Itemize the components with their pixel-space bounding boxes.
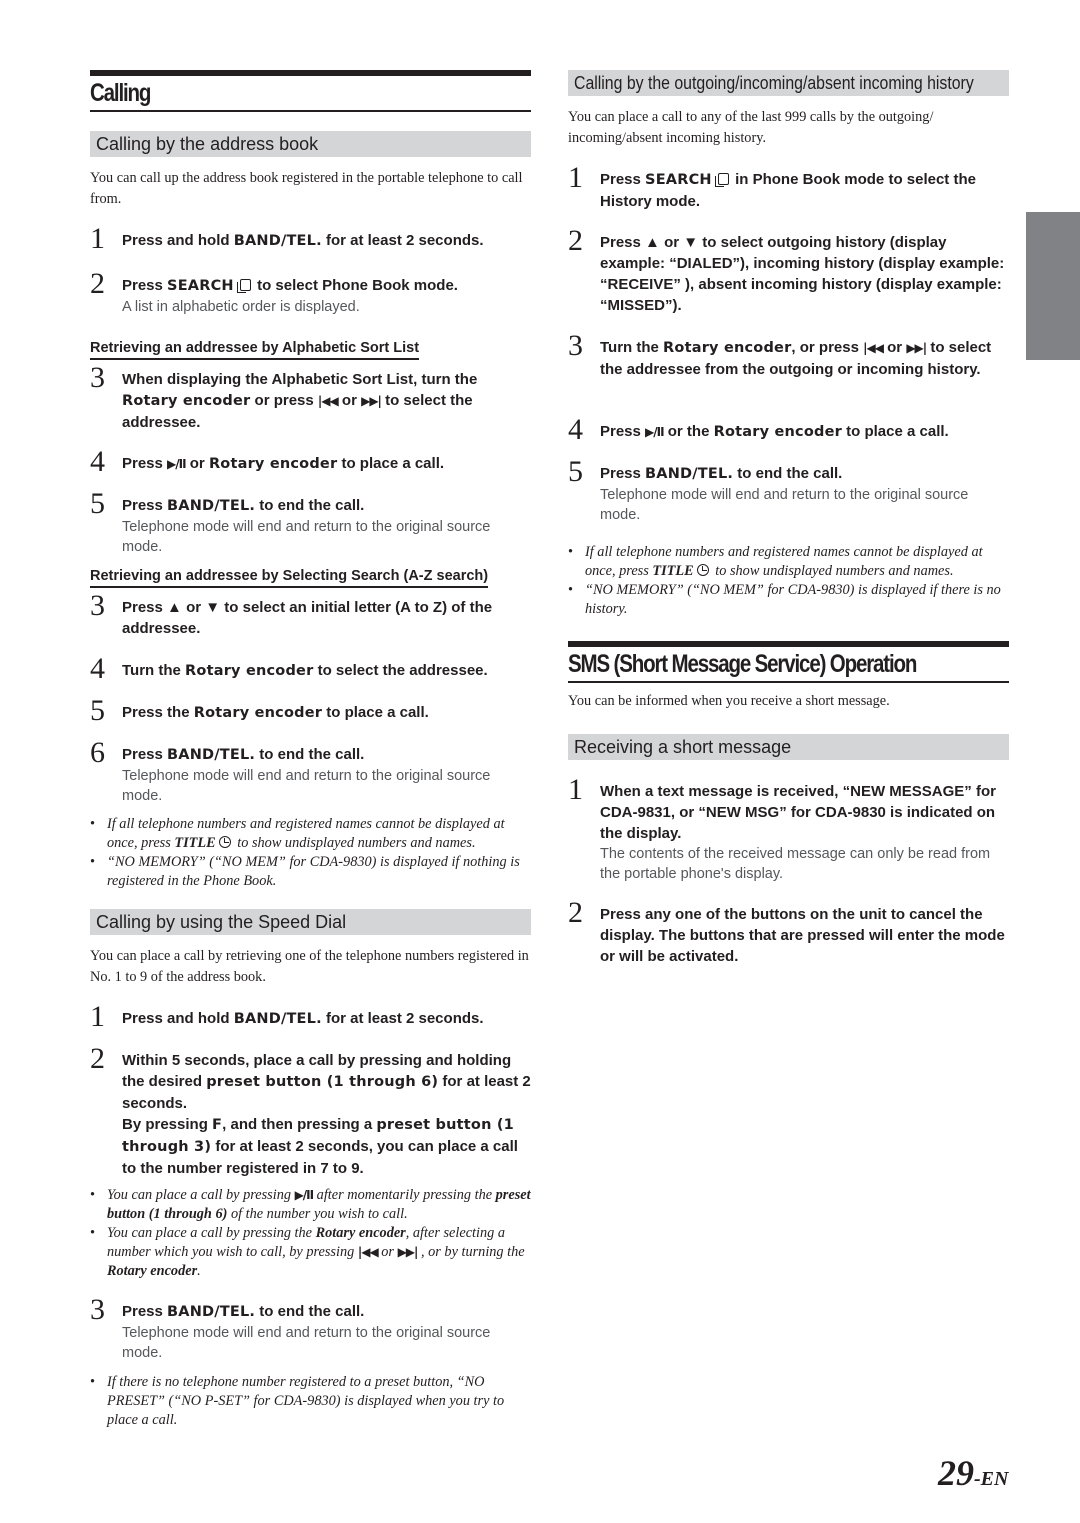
next-track-icon: ▶▶| [906, 341, 927, 355]
step-4-az: 4 Turn the Rotary encoder to select the … [90, 652, 488, 685]
step-1-sms: 1 When a text message is received, “NEW … [568, 773, 996, 883]
page-number: 29-EN [938, 1453, 1009, 1493]
subheading-receiving-sms: Receiving a short message [568, 734, 1009, 760]
down-arrow-icon: ▼ [205, 599, 221, 616]
intro-sms: You can be informed when you receive a s… [568, 693, 890, 709]
step-2-sms: 2 Press any one of the buttons on the un… [568, 896, 1005, 966]
note-item: “NO MEMORY” (“NO MEM” for CDA-9830) is d… [90, 853, 531, 891]
subheading-speed-dial: Calling by using the Speed Dial [90, 909, 531, 935]
step-5-alpha: 5 Press BAND/TEL. to end the call. Telep… [90, 487, 491, 556]
step-2-speed: 2 Within 5 seconds, place a call by pres… [90, 1042, 531, 1178]
intro-speed-dial: You can place a call by retrieving one o… [90, 948, 529, 985]
search-icon [714, 173, 729, 187]
play-pause-icon: ▶/II [294, 1188, 315, 1202]
minihead-az-search: Retrieving an addressee by Selecting Sea… [90, 566, 489, 588]
step-2-history: 2 Press ▲ or ▼ to select outgoing histor… [568, 224, 1005, 315]
section-title-calling: Calling [90, 70, 531, 112]
step-5-az: 5 Press the Rotary encoder to place a ca… [90, 694, 429, 727]
step-1-history: 1 Press SEARCH in Phone Book mode to sel… [568, 161, 976, 211]
notes-speed-dial-2: If there is no telephone number register… [90, 1373, 531, 1430]
note-item: You can place a call by pressing ▶/II af… [90, 1186, 531, 1224]
step-4-history: 4 Press ▶/II or the Rotary encoder to pl… [568, 413, 949, 446]
title-clock-icon [696, 564, 709, 576]
next-track-icon: ▶▶| [361, 394, 382, 408]
subheading-history: Calling by the outgoing/incoming/absent … [568, 70, 1009, 96]
previous-track-icon: |◀◀ [317, 394, 339, 408]
step-4-alpha: 4 Press ▶/II or Rotary encoder to place … [90, 445, 445, 478]
step-1-speed: 1 Press and hold BAND/TEL. for at least … [90, 1000, 484, 1033]
note-item: You can place a call by pressing the Rot… [90, 1224, 531, 1281]
note-item: If all telephone numbers and registered … [90, 815, 531, 853]
step-3-alpha: 3 When displaying the Alphabetic Sort Li… [90, 361, 478, 432]
note-item: If there is no telephone number register… [90, 1373, 531, 1430]
play-pause-icon: ▶/II [645, 425, 665, 439]
chapter-side-tab [1026, 212, 1080, 360]
notes-address-book: If all telephone numbers and registered … [90, 815, 531, 891]
search-icon [236, 279, 251, 293]
previous-track-icon: |◀◀ [357, 1245, 379, 1259]
notes-history: If all telephone numbers and registered … [568, 543, 1009, 619]
down-arrow-icon: ▼ [683, 234, 699, 251]
step-1: 1 Press and hold BAND/TEL. for at least … [90, 222, 484, 255]
intro-history: You can place a call to any of the last … [568, 109, 934, 146]
notes-speed-dial-1: You can place a call by pressing ▶/II af… [90, 1186, 531, 1281]
section-title-sms: SMS (Short Message Service) Operation [568, 641, 1009, 683]
step-3-az: 3 Press ▲ or ▼ to select an initial lett… [90, 589, 493, 638]
step-5-history: 5 Press BAND/TEL. to end the call. Telep… [568, 455, 969, 524]
title-clock-icon [218, 836, 231, 848]
step-6-az: 6 Press BAND/TEL. to end the call. Telep… [90, 736, 491, 805]
next-track-icon: ▶▶| [397, 1245, 419, 1259]
up-arrow-icon: ▲ [645, 234, 660, 251]
intro-address-book: You can call up the address book registe… [90, 170, 523, 207]
minihead-alphabetic-sort: Retrieving an addressee by Alphabetic So… [90, 338, 420, 360]
note-item: If all telephone numbers and registered … [568, 543, 1009, 581]
previous-track-icon: |◀◀ [863, 341, 884, 355]
step-3-history: 3 Turn the Rotary encoder, or press |◀◀ … [568, 329, 992, 379]
subheading-address-book: Calling by the address book [90, 131, 531, 157]
note-item: “NO MEMORY” (“NO MEM” for CDA-9830) is d… [568, 581, 1009, 619]
up-arrow-icon: ▲ [167, 599, 182, 616]
play-pause-icon: ▶/II [167, 457, 187, 471]
step-2: 2 Press SEARCH to select Phone Book mode… [90, 267, 458, 316]
step-3-speed: 3 Press BAND/TEL. to end the call. Telep… [90, 1293, 491, 1362]
